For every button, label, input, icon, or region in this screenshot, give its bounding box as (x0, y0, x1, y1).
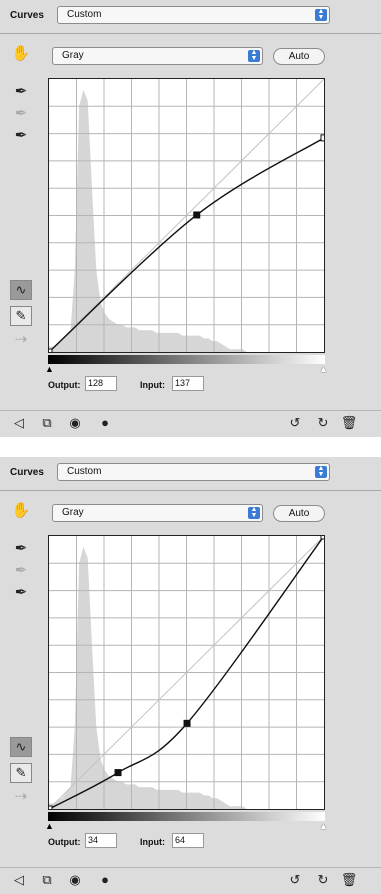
hand-icon[interactable]: ✋ (10, 44, 32, 64)
input-gradient-bar (48, 812, 325, 821)
panel-title: Curves (10, 467, 44, 478)
histogram (49, 546, 247, 809)
histogram (49, 89, 247, 352)
channel-value: Gray (62, 50, 84, 61)
channel-select[interactable]: Gray ▲ ▼ (52, 47, 263, 65)
curve-point (320, 134, 324, 142)
stepper-icon: ▲ ▼ (315, 8, 327, 21)
curve-point (49, 805, 53, 809)
curve-svg[interactable] (49, 536, 324, 809)
curve-graph[interactable] (48, 535, 325, 810)
input-field[interactable]: 64 (172, 833, 204, 848)
bottom-divider (0, 867, 381, 868)
hand-icon[interactable]: ✋ (10, 501, 32, 521)
trash-icon[interactable]: 🗑 (340, 415, 358, 431)
reset-view-icon[interactable]: ↺ (286, 872, 304, 888)
clip-icon[interactable]: ⧉ (38, 872, 56, 888)
black-point-slider-icon[interactable]: ▲ (45, 821, 54, 831)
curves-panel-2: Curves Custom ▲ ▼ ✋ Gray ▲ ▼ Auto ✒ ✒ ✒ ∿ … (0, 457, 381, 894)
output-label: Output: (48, 837, 81, 847)
visibility-icon[interactable]: ● (96, 872, 114, 888)
black-eyedropper-icon[interactable]: ✒ (10, 82, 32, 102)
mask-eye-icon[interactable]: ◉ (66, 872, 84, 888)
curve-point (114, 769, 122, 777)
curve-point-tool-icon[interactable]: ∿ (10, 280, 32, 300)
auto-button[interactable]: Auto (273, 505, 325, 522)
input-gradient-bar (48, 355, 325, 364)
channel-value: Gray (62, 507, 84, 518)
black-eyedropper-icon[interactable]: ✒ (10, 539, 32, 559)
preset-select[interactable]: Custom ▲ ▼ (57, 6, 330, 24)
curve-point-tool-icon[interactable]: ∿ (10, 737, 32, 757)
input-field[interactable]: 137 (172, 376, 204, 391)
output-field[interactable]: 34 (85, 833, 117, 848)
stepper-icon: ▲ ▼ (315, 465, 327, 478)
reset-icon[interactable]: ↻ (314, 872, 332, 888)
curve-point (320, 536, 324, 540)
output-field[interactable]: 128 (85, 376, 117, 391)
channel-select[interactable]: Gray ▲ ▼ (52, 504, 263, 522)
panel-title: Curves (10, 10, 44, 21)
smooth-icon[interactable]: ⇢ (10, 330, 32, 350)
visibility-icon[interactable]: ● (96, 415, 114, 431)
curve-point (193, 211, 201, 219)
white-eyedropper-icon[interactable]: ✒ (10, 126, 32, 146)
curve-graph[interactable] (48, 78, 325, 353)
reset-icon[interactable]: ↻ (314, 415, 332, 431)
back-icon[interactable]: ◁ (10, 415, 28, 431)
trash-icon[interactable]: 🗑 (340, 872, 358, 888)
curve-svg[interactable] (49, 79, 324, 352)
white-point-slider-icon[interactable]: ▲ (319, 821, 328, 831)
reset-view-icon[interactable]: ↺ (286, 415, 304, 431)
white-point-slider-icon[interactable]: ▲ (319, 364, 328, 374)
mask-eye-icon[interactable]: ◉ (66, 415, 84, 431)
preset-select[interactable]: Custom ▲ ▼ (57, 463, 330, 481)
output-label: Output: (48, 380, 81, 390)
divider (0, 490, 381, 491)
white-eyedropper-icon[interactable]: ✒ (10, 583, 32, 603)
input-label: Input: (140, 837, 165, 847)
divider (0, 33, 381, 34)
preset-value: Custom (67, 9, 102, 20)
input-label: Input: (140, 380, 165, 390)
back-icon[interactable]: ◁ (10, 872, 28, 888)
pencil-tool-icon[interactable]: ✎ (10, 306, 32, 326)
stepper-icon: ▲ ▼ (248, 506, 260, 519)
preset-value: Custom (67, 466, 102, 477)
smooth-icon[interactable]: ⇢ (10, 787, 32, 807)
curve-point (183, 719, 191, 727)
curves-panel-1: Curves Custom ▲ ▼ ✋ Gray ▲ ▼ Auto ✒ ✒ ✒ ∿ … (0, 0, 381, 437)
bottom-divider (0, 410, 381, 411)
gray-eyedropper-icon[interactable]: ✒ (10, 104, 32, 124)
black-point-slider-icon[interactable]: ▲ (45, 364, 54, 374)
clip-icon[interactable]: ⧉ (38, 415, 56, 431)
stepper-icon: ▲ ▼ (248, 49, 260, 62)
gray-eyedropper-icon[interactable]: ✒ (10, 561, 32, 581)
auto-button[interactable]: Auto (273, 48, 325, 65)
pencil-tool-icon[interactable]: ✎ (10, 763, 32, 783)
curve-point (49, 348, 53, 352)
